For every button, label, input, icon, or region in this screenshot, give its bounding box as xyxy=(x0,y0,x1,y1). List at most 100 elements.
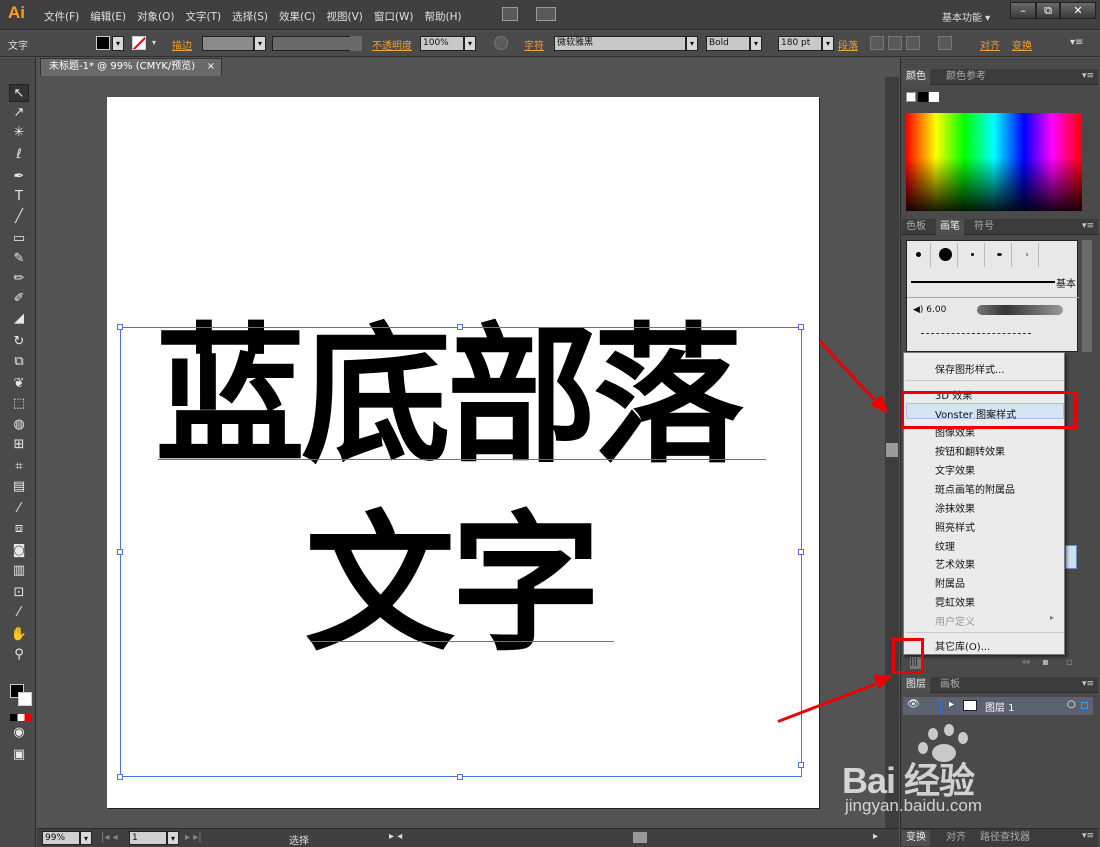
lasso-tool-icon[interactable]: ℓ xyxy=(9,146,29,164)
layer-name[interactable]: 图层 1 xyxy=(985,699,1015,714)
menu-help[interactable]: 帮助(H) xyxy=(425,9,462,24)
align-center-icon[interactable] xyxy=(888,36,902,50)
opacity-dropdown[interactable]: ▾ xyxy=(464,36,476,51)
stroke-dropdown[interactable]: ▾ xyxy=(148,36,160,51)
menu-window[interactable]: 窗口(W) xyxy=(374,9,414,24)
layer-target-icon[interactable]: ○ xyxy=(1067,699,1076,710)
line-tool-icon[interactable]: ╱ xyxy=(9,208,29,226)
screen-mode-icon[interactable]: ▣ xyxy=(9,746,29,764)
layer-visibility-icon[interactable]: 👁 xyxy=(907,699,920,710)
menu-effect[interactable]: 效果(C) xyxy=(279,9,316,24)
rectangle-tool-icon[interactable]: ▭ xyxy=(9,230,29,248)
bottom-panel-menu-icon[interactable]: ▾≡ xyxy=(1082,831,1094,841)
symbol-sprayer-tool-icon[interactable]: ◙ xyxy=(9,542,29,560)
canvas-scroll-thumb[interactable] xyxy=(886,443,898,457)
menu-item-artistic[interactable]: 艺术效果 xyxy=(935,556,975,571)
menu-item-other-library[interactable]: 其它库(O)... xyxy=(935,638,990,653)
document-tab[interactable]: 未标题-1* @ 99% (CMYK/预览) × xyxy=(40,58,222,76)
stroke-weight-dropdown[interactable]: ▾ xyxy=(254,36,266,51)
layer-selection-icon[interactable] xyxy=(1081,702,1088,709)
tab-align[interactable]: 对齐 xyxy=(942,830,970,846)
stroke-link[interactable]: 描边 xyxy=(172,37,192,52)
font-style-dropdown[interactable]: ▾ xyxy=(750,36,762,51)
brush-dot-small[interactable] xyxy=(907,243,931,267)
opacity-field[interactable]: 100% xyxy=(420,36,464,51)
menu-item-save-graphic-styles[interactable]: 保存图形样式... xyxy=(935,361,1005,376)
menu-select[interactable]: 选择(S) xyxy=(232,9,268,24)
layer-expand-icon[interactable]: ▸ xyxy=(949,699,954,710)
slice-tool-icon[interactable]: ⁄ xyxy=(9,604,29,622)
fill-dropdown[interactable]: ▾ xyxy=(112,36,124,51)
menu-object[interactable]: 对象(O) xyxy=(137,9,174,24)
mesh-tool-icon[interactable]: ⌗ xyxy=(9,458,29,476)
variable-width-profile[interactable] xyxy=(272,36,362,51)
menu-item-illuminate[interactable]: 照亮样式 xyxy=(935,519,975,534)
selection-tool-icon[interactable]: ↖ xyxy=(9,84,29,102)
bridge-icon[interactable] xyxy=(502,7,518,21)
handle-bottom-right[interactable] xyxy=(798,762,804,768)
scroll-right-icon[interactable]: ▸ xyxy=(873,831,878,842)
white-swatch[interactable] xyxy=(929,92,939,102)
align-right-icon[interactable] xyxy=(906,36,920,50)
handle-bottom-left[interactable] xyxy=(117,774,123,780)
transform-link[interactable]: 变换 xyxy=(1012,37,1032,52)
color-panel-menu-icon[interactable]: ▾≡ xyxy=(1082,71,1094,81)
close-button[interactable]: ✕ xyxy=(1060,2,1096,19)
minimize-button[interactable]: – xyxy=(1010,2,1036,19)
document-tab-close-icon[interactable]: × xyxy=(207,59,215,75)
free-transform-tool-icon[interactable]: ⬚ xyxy=(9,395,29,413)
stroke-color-icon[interactable] xyxy=(18,692,32,706)
menu-item-neon[interactable]: 霓虹效果 xyxy=(935,594,975,609)
tab-symbols[interactable]: 符号 xyxy=(970,219,998,235)
document-setup-icon[interactable] xyxy=(938,36,952,50)
opacity-link[interactable]: 不透明度 xyxy=(372,37,412,52)
color-mode-icons[interactable] xyxy=(10,714,32,721)
tab-color[interactable]: 颜色 xyxy=(902,69,930,85)
brush-panel-menu-icon[interactable]: ▾≡ xyxy=(1082,221,1094,231)
column-graph-tool-icon[interactable]: ▥ xyxy=(9,562,29,580)
direct-selection-tool-icon[interactable]: ↗ xyxy=(9,104,29,122)
handle-middle-left[interactable] xyxy=(117,549,123,555)
control-menu-icon[interactable]: ▾≡ xyxy=(1070,37,1083,48)
paintbrush-tool-icon[interactable]: ✎ xyxy=(9,250,29,268)
layers-panel-menu-icon[interactable]: ▾≡ xyxy=(1082,679,1094,689)
basic-brush-stroke[interactable] xyxy=(911,281,1055,283)
pencil-tool-icon[interactable]: ✏ xyxy=(9,270,29,288)
menu-item-button-rollover[interactable]: 按钮和翻转效果 xyxy=(935,443,1005,458)
eraser-tool-icon[interactable]: ◢ xyxy=(9,310,29,328)
shape-builder-tool-icon[interactable]: ◍ xyxy=(9,416,29,434)
scale-tool-icon[interactable]: ⧉ xyxy=(9,353,29,371)
rotate-tool-icon[interactable]: ↻ xyxy=(9,333,29,351)
tab-artboards[interactable]: 画板 xyxy=(936,677,964,693)
layer-row[interactable]: 👁 ▸ 图层 1 ○ xyxy=(903,697,1093,715)
menu-type[interactable]: 文字(T) xyxy=(186,9,222,24)
paragraph-link[interactable]: 段落 xyxy=(838,37,858,52)
handle-top-center[interactable] xyxy=(457,324,463,330)
brush-faint[interactable] xyxy=(1015,243,1039,267)
stroke-weight-field[interactable] xyxy=(202,36,254,51)
artboard-dropdown[interactable]: ▾ xyxy=(167,831,179,845)
brush-definition[interactable] xyxy=(350,36,362,51)
tab-brushes[interactable]: 画笔 xyxy=(936,219,964,235)
first-artboard-icon[interactable]: |◂ ◂ xyxy=(101,832,118,843)
recolor-icon[interactable] xyxy=(494,36,508,50)
align-link[interactable]: 对齐 xyxy=(980,37,1000,52)
status-menu-arrow-icon[interactable]: ▸ ◂ xyxy=(389,831,402,842)
break-link-icon[interactable]: ⇔ xyxy=(1022,657,1030,668)
handle-top-right[interactable] xyxy=(798,324,804,330)
art-brush-stroke[interactable] xyxy=(977,305,1063,315)
font-family-field[interactable]: 微软雅黑 xyxy=(554,36,686,51)
brush-calligraphic[interactable] xyxy=(988,243,1012,267)
menu-edit[interactable]: 编辑(E) xyxy=(90,9,126,24)
stroke-swatch[interactable] xyxy=(132,36,146,50)
pattern-brush-stroke[interactable] xyxy=(921,333,1031,334)
type-tool-icon[interactable]: T xyxy=(9,188,29,206)
handle-bottom-center[interactable] xyxy=(457,774,463,780)
selection-bounding-box[interactable] xyxy=(120,327,802,777)
tab-swatches[interactable]: 色板 xyxy=(902,219,930,235)
hand-tool-icon[interactable]: ✋ xyxy=(9,626,29,644)
menu-item-textures[interactable]: 纹理 xyxy=(935,538,955,553)
font-style-field[interactable]: Bold xyxy=(706,36,750,51)
artboard-number-field[interactable]: 1 xyxy=(129,831,167,845)
brush-dot-tiny[interactable] xyxy=(961,243,985,267)
